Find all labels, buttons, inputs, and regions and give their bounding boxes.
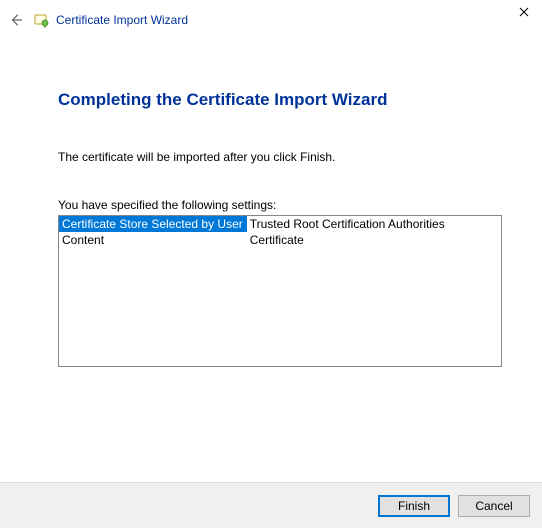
back-button[interactable] <box>6 10 26 30</box>
table-row[interactable]: Content Certificate <box>59 232 501 248</box>
setting-key: Content <box>59 232 247 248</box>
finish-button[interactable]: Finish <box>378 495 450 517</box>
title-bar: Certificate Import Wizard <box>0 0 542 40</box>
setting-key: Certificate Store Selected by User <box>59 216 247 232</box>
dialog-footer: Finish Cancel <box>0 482 542 528</box>
settings-list: Certificate Store Selected by User Trust… <box>58 215 502 367</box>
setting-value: Certificate <box>247 232 501 248</box>
page-heading: Completing the Certificate Import Wizard <box>58 90 502 110</box>
wizard-content: Completing the Certificate Import Wizard… <box>0 40 542 377</box>
close-icon <box>519 7 529 17</box>
window-title: Certificate Import Wizard <box>56 13 188 27</box>
close-button[interactable] <box>514 2 534 22</box>
certificate-icon <box>34 12 50 28</box>
settings-label: You have specified the following setting… <box>58 198 502 212</box>
page-description: The certificate will be imported after y… <box>58 150 502 164</box>
cancel-button[interactable]: Cancel <box>458 495 530 517</box>
settings-table: Certificate Store Selected by User Trust… <box>59 216 501 248</box>
arrow-left-icon <box>9 13 23 27</box>
table-row[interactable]: Certificate Store Selected by User Trust… <box>59 216 501 232</box>
setting-value: Trusted Root Certification Authorities <box>247 216 501 232</box>
